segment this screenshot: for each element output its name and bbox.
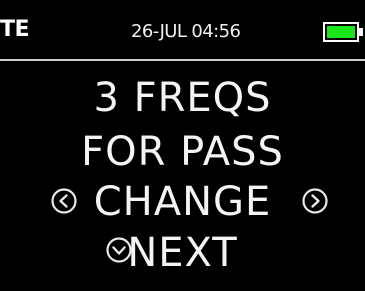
message-line-1: 3 FREQS [93, 75, 272, 121]
message-line-2: FOR PASS [81, 129, 284, 175]
status-bar: TE 26-JUL 04:56 [0, 0, 365, 59]
status-left-text: TE [0, 17, 30, 42]
next-prompt: NEXT [127, 230, 238, 276]
battery-tip [359, 28, 363, 36]
chevron-down-circle-icon[interactable] [105, 236, 133, 264]
battery-level [327, 26, 355, 38]
battery-icon [323, 22, 359, 42]
chevron-left-circle-icon[interactable] [50, 187, 78, 215]
date-time: 26-JUL 04:56 [131, 21, 241, 42]
chevron-right-circle-icon[interactable] [301, 187, 329, 215]
divider [0, 59, 365, 61]
